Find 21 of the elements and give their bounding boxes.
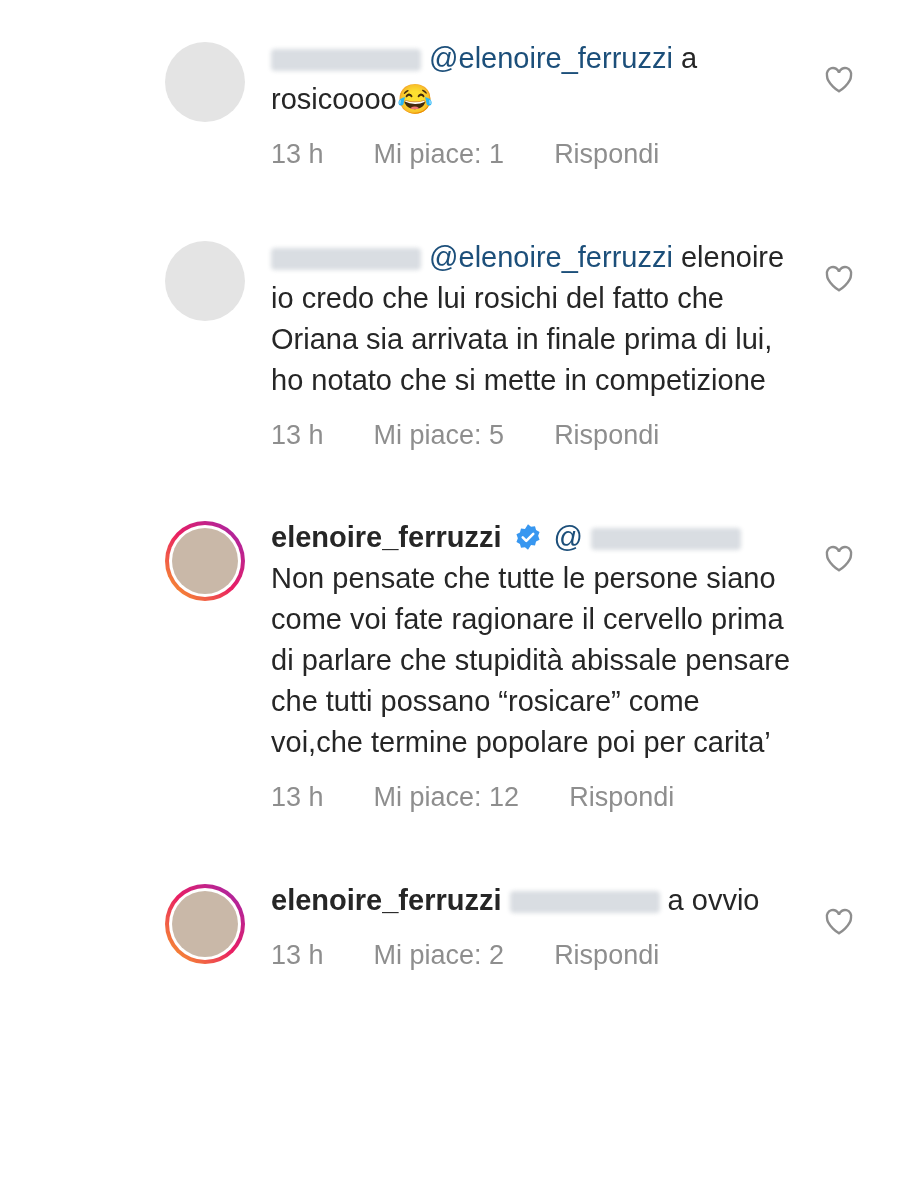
mention-link[interactable]: @elenoire_ferruzzi [429, 240, 673, 273]
likes-count[interactable]: Mi piace: 12 [373, 777, 520, 818]
mention-link[interactable]: @elenoire_ferruzzi [429, 42, 673, 74]
reply-link[interactable]: Rispondi [554, 934, 660, 975]
mention-link[interactable]: @ [553, 521, 584, 553]
reply-link[interactable]: Rispondi [569, 777, 675, 818]
reply-link[interactable]: Rispondi [554, 414, 660, 455]
comment-text: @elenoire_ferruzzi elenoire io credo che lui rosichi del fatto che Oriana sia arrivata in finale prima di lui, ho notato che si mette in competizione [271, 239, 786, 398]
likes-count[interactable]: Mi piace: 5 [373, 414, 505, 455]
comment-text: elenoire_ferruzzi a ovvio [271, 882, 761, 918]
comment-time: 13 h [271, 781, 324, 814]
comment-time: 13 h [271, 418, 324, 452]
likes-count[interactable]: Mi piace: 1 [373, 134, 505, 175]
reply-link[interactable]: Rispondi [554, 134, 660, 175]
comment-time: 13 h [271, 938, 324, 972]
username[interactable]: elenoire_ferruzzi [271, 521, 502, 553]
comment-time: 13 h [271, 138, 324, 171]
comment-text: elenoire_ferruzzi @ Non pensate che tutte le persone siano come voi fate ragionare il cervello prima di parlare che stupidità abissale pensare che tutti possano “rosicare” come voi,che termine popolare poi per carita’ [271, 520, 792, 760]
username[interactable]: elenoire_ferruzzi [271, 883, 502, 916]
comment-text: @elenoire_ferruzzi a rosicoooo😂 [271, 41, 699, 117]
likes-count[interactable]: Mi piace: 2 [373, 934, 505, 975]
